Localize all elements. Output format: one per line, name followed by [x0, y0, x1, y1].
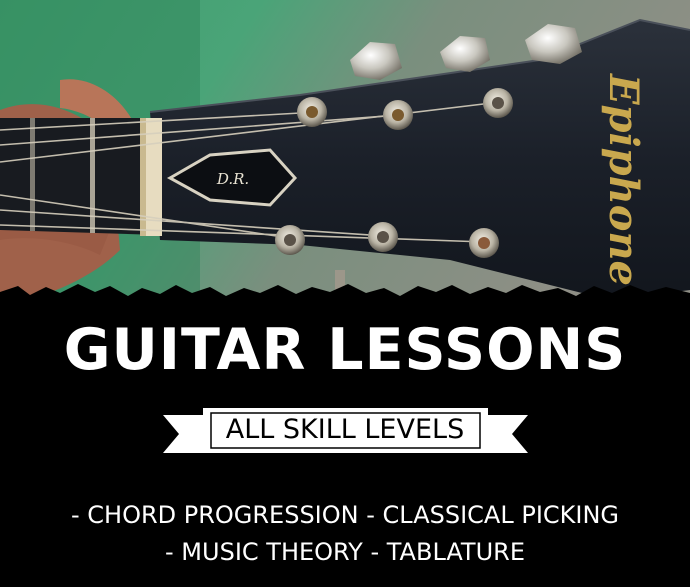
guitar-lessons-poster: D.R. Epiphone GUITAR LESSONS ALL SKILL L…: [0, 0, 690, 587]
svg-text:D.R.: D.R.: [216, 170, 249, 188]
brand-logo: Epiphone: [600, 73, 647, 286]
features-line-2: - MUSIC THEORY - TABLATURE: [165, 538, 525, 566]
features-line-1: - CHORD PROGRESSION - CLASSICAL PICKING: [70, 501, 620, 529]
skill-level-label: ALL SKILL LEVELS: [225, 414, 465, 445]
poster-title: GUITAR LESSONS: [63, 317, 627, 383]
guitar-headstock-photo: D.R. Epiphone: [0, 0, 690, 320]
